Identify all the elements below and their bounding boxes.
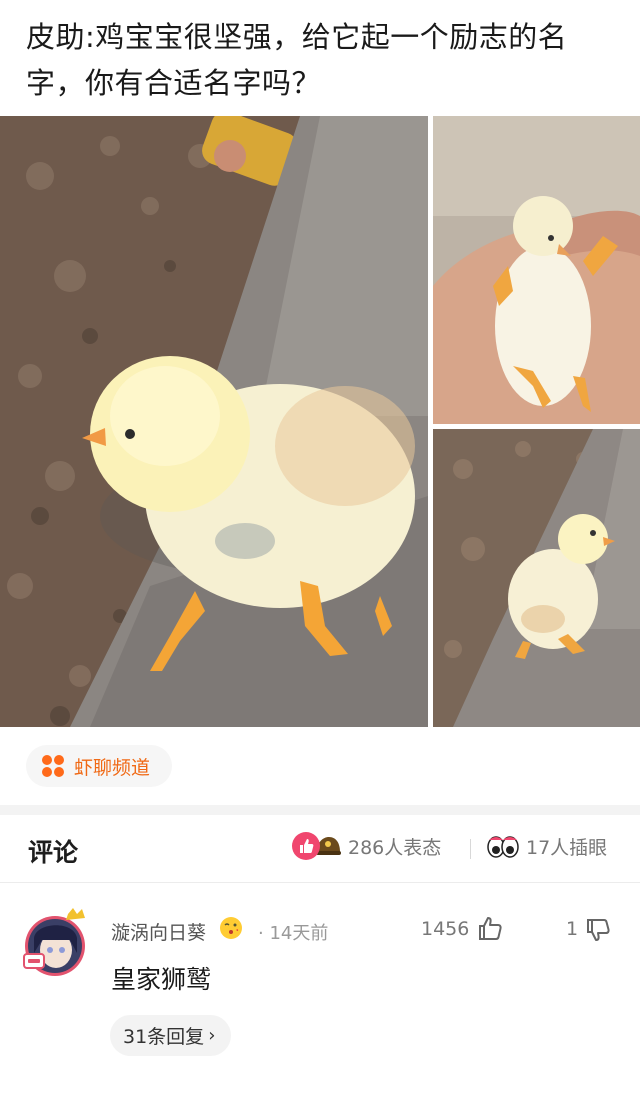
photo-chick-on-log[interactable] [0,116,428,727]
header-separator [470,839,471,859]
eye-roll-count: 17人插眼 [526,836,608,859]
comment-time: · 14天前 [258,923,329,944]
post-title: 皮助:鸡宝宝很坚强，给它起一个励志的名字，你有合适名字吗？ [26,20,568,100]
comment-dislike-count: 1 [566,918,579,940]
channel-label: 虾聊频道 [74,756,151,779]
photo-chick-in-hand[interactable] [433,116,640,424]
chick-in-hand-image [433,116,640,424]
chick-on-log-side-image [433,429,640,727]
comment-item: 漩涡向日葵 · 14天前 1456 1 皇家狮鹫 31条回复 › [0,884,640,1107]
comment-like-count: 1456 [421,918,470,940]
commenter-name[interactable]: 漩涡向日葵 [111,918,206,945]
photo-chick-on-log-side[interactable] [433,429,640,727]
eyes-icon [486,832,520,860]
avatar[interactable] [22,908,92,978]
section-divider [0,805,640,815]
replies-label: 31条回复 [123,1026,205,1048]
reactions-summary[interactable]: 286人表态 [292,832,441,860]
thumbs-up-icon[interactable] [476,914,504,942]
view-replies-button[interactable]: 31条回复 › [110,1015,232,1056]
chick-photo-image [0,116,428,727]
eye-roll-summary[interactable]: 17人插眼 [486,832,607,860]
comments-header: 评论 286人表态 17人插眼 [0,815,640,883]
comment-time-value: 14天前 [269,923,329,944]
comment-text: 皇家狮鹫 [111,965,212,994]
kiss-emoji-icon [220,917,242,939]
channel-tag-button[interactable]: 虾聊频道 [26,745,173,787]
comments-title: 评论 [28,838,79,867]
photo-gallery [0,116,640,727]
reactions-count: 286人表态 [348,836,442,859]
chevron-right-icon: › [208,1025,216,1046]
thumbs-down-icon[interactable] [584,916,612,944]
like-reaction-icon [292,832,320,860]
four-dots-icon [42,755,64,777]
